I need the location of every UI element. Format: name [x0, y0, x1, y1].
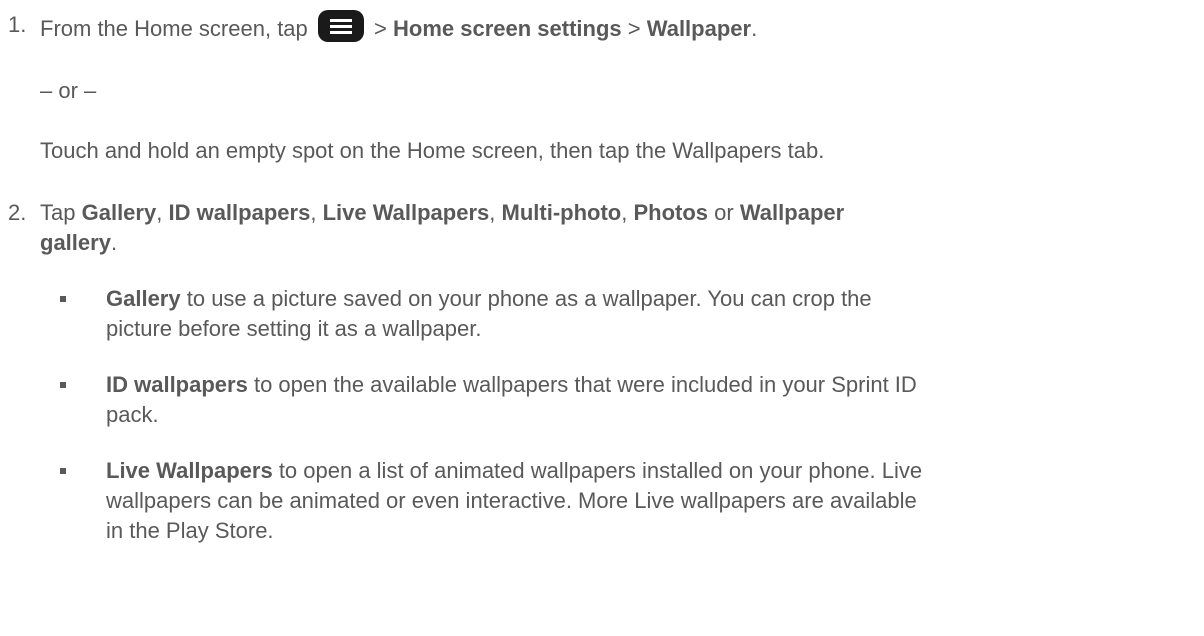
bullet-gallery-line-2: picture before setting it as a wallpaper… — [106, 316, 482, 341]
bullet-live-text: to open a list of animated wallpapers in… — [278, 458, 923, 483]
bullet-id-title: ID wallpapers — [106, 372, 248, 397]
step-1-separator: > — [374, 16, 387, 41]
comma: , — [489, 200, 496, 225]
step-2-number: 2. — [8, 200, 27, 225]
bullet-live-title: Live Wallpapers — [106, 458, 273, 483]
bullet-marker — [60, 468, 66, 474]
option-live-wallpapers: Live Wallpapers — [322, 200, 490, 225]
bullet-id-line-1: ID wallpapers to open the available wall… — [106, 370, 917, 400]
step-1-text: From the Home screen, tap > Home screen … — [40, 10, 757, 44]
bullet-live-line-1: Live Wallpapers to open a list of animat… — [106, 456, 922, 486]
comma: , — [310, 200, 317, 225]
step-1-period: . — [751, 16, 758, 41]
wallpaper-label: Wallpaper — [646, 16, 752, 41]
bullet-gallery-line-1: Gallery to use a picture saved on your p… — [106, 284, 872, 314]
bullet-live-line-3: in the Play Store. — [106, 518, 274, 543]
document-page: 1. From the Home screen, tap > Home scre… — [0, 0, 1204, 636]
option-wallpaper-gallery-cont: gallery — [40, 230, 111, 255]
or-word: or — [714, 200, 734, 225]
comma: , — [621, 200, 628, 225]
step-1-prefix: From the Home screen, tap — [40, 16, 308, 41]
step-2-line-2: gallery. — [40, 228, 117, 258]
option-id-wallpapers: ID wallpapers — [168, 200, 311, 225]
option-photos: Photos — [633, 200, 709, 225]
option-multi-photo: Multi-photo — [501, 200, 622, 225]
step-1-number: 1. — [8, 12, 27, 37]
step-2-period: . — [110, 230, 118, 255]
bullet-gallery-title: Gallery — [106, 286, 181, 311]
menu-icon — [317, 10, 364, 42]
option-wallpaper-gallery: Wallpaper — [739, 200, 845, 225]
bullet-live-line-2: wallpapers can be animated or even inter… — [106, 488, 917, 513]
alt-instruction: Touch and hold an empty spot on the Home… — [40, 138, 825, 163]
option-gallery: Gallery — [81, 200, 157, 225]
step-2-line-1: Tap Gallery, ID wallpapers, Live Wallpap… — [40, 198, 844, 228]
home-screen-settings-label: Home screen settings — [393, 16, 622, 41]
tap-word: Tap — [40, 200, 76, 225]
bullet-gallery-text: to use a picture saved on your phone as … — [186, 286, 872, 311]
bullet-id-line-2: pack. — [106, 402, 159, 427]
bullet-id-text: to open the available wallpapers that we… — [253, 372, 917, 397]
or-separator: – or – — [40, 78, 97, 103]
comma: , — [156, 200, 163, 225]
bullet-marker — [60, 296, 66, 302]
bullet-marker — [60, 382, 66, 388]
step-1-separator-2: > — [627, 16, 641, 41]
